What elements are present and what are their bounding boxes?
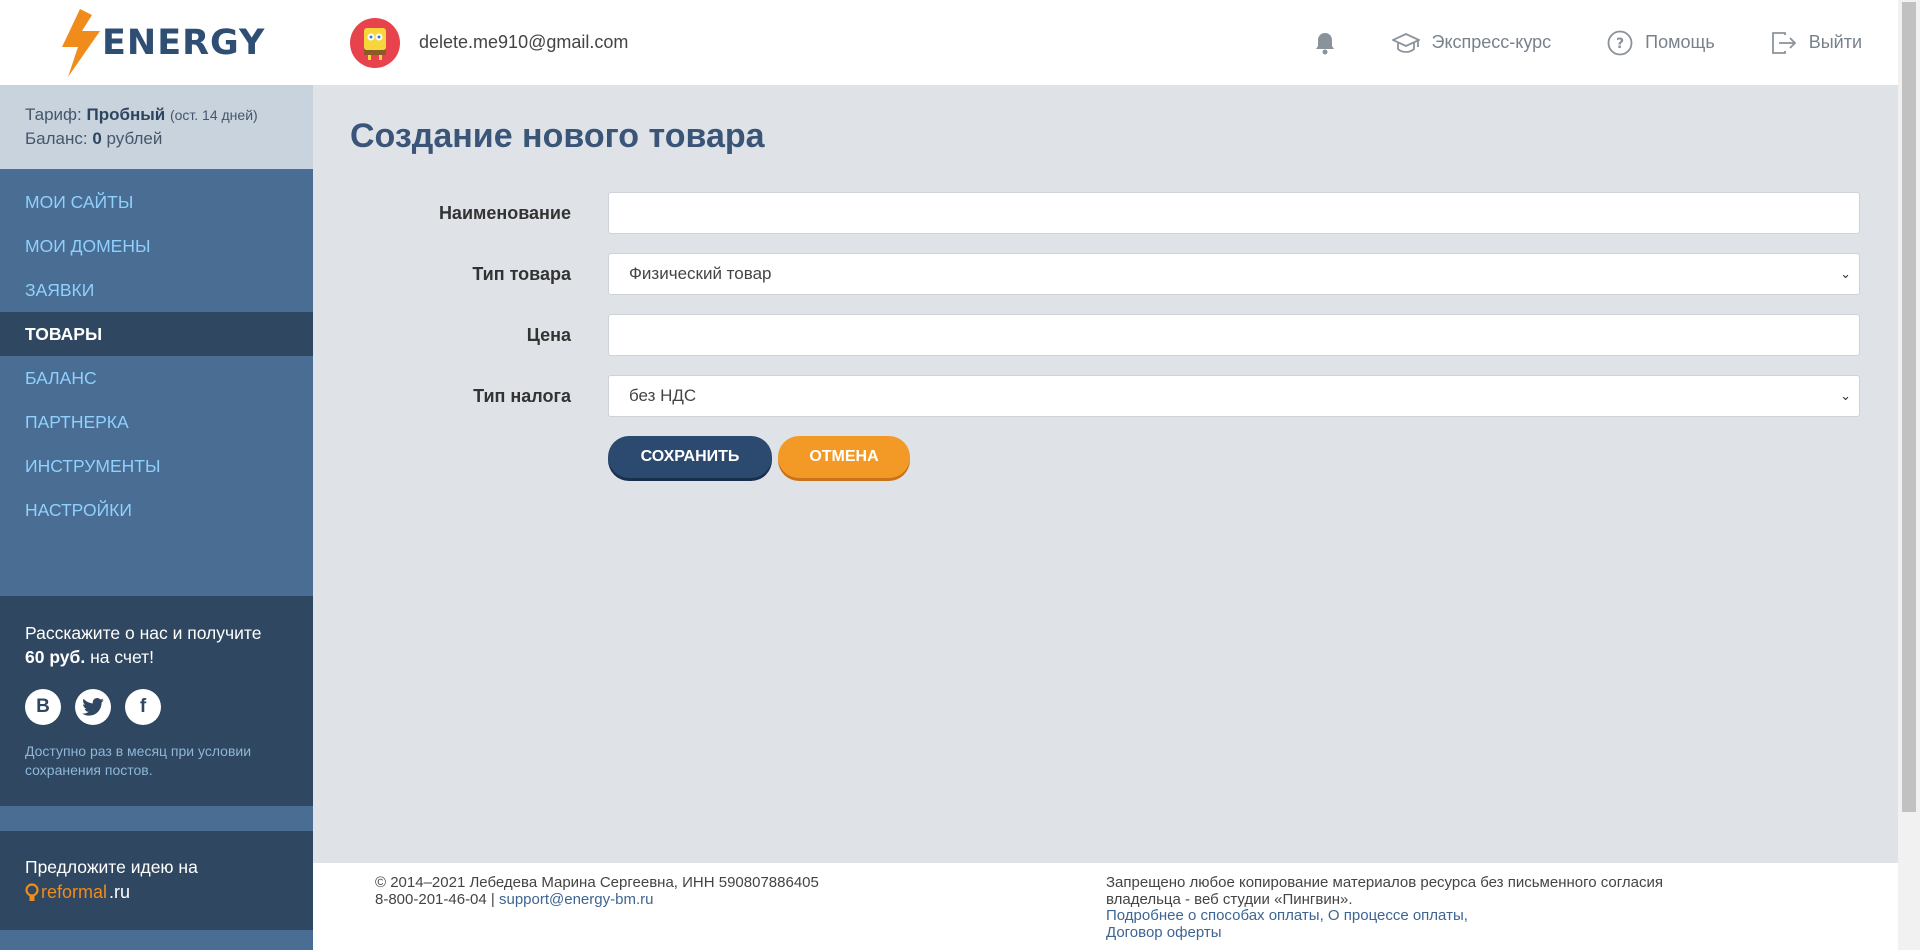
footer-right: Запрещено любое копирование материалов р…: [1106, 874, 1726, 941]
help-link[interactable]: ? Помощь: [1607, 30, 1715, 56]
question-circle-icon: ?: [1607, 30, 1633, 55]
price-label: Цена: [526, 324, 571, 345]
balance-value: 0: [92, 129, 102, 148]
tariff-name: Пробный: [86, 105, 166, 124]
logout-label: Выйти: [1808, 32, 1862, 52]
brand-name: ENERGY: [102, 22, 266, 63]
vk-icon[interactable]: B: [25, 689, 61, 725]
payment-methods-link[interactable]: Подробнее о способах оплаты,: [1106, 907, 1324, 924]
graduation-cap-icon: [1391, 32, 1420, 53]
sidebar-item-settings[interactable]: НАСТРОЙКИ: [0, 488, 313, 532]
reformal-name: reformal: [41, 882, 108, 902]
sidebar-item-products[interactable]: ТОВАРЫ: [0, 312, 313, 356]
sidebar: ENERGY Тариф: Пробный (ост. 14 дней) Бал…: [0, 0, 313, 950]
form-row-name: Наименование: [313, 192, 1898, 234]
reformal-link[interactable]: reformal .ru: [25, 882, 313, 903]
phone: 8-800-201-46-04 |: [375, 890, 495, 908]
payment-process-link[interactable]: О процессе оплаты,: [1328, 907, 1468, 924]
idea-text: Предложите идею на: [25, 857, 198, 877]
promo-line2: на счет!: [90, 647, 155, 667]
scrollbar[interactable]: [1898, 0, 1920, 950]
promo-line1: Расскажите о нас и получите: [25, 623, 262, 643]
notifications-button[interactable]: [1314, 31, 1336, 55]
sidebar-item-tools[interactable]: ИНСТРУМЕНТЫ: [0, 444, 313, 488]
copy-notice: Запрещено любое копирование материалов р…: [1106, 874, 1663, 908]
product-type-select[interactable]: Физический товар ⌄: [608, 253, 1860, 295]
form-buttons: СОХРАНИТЬ ОТМЕНА: [608, 436, 910, 478]
reformal-domain: .ru: [109, 882, 131, 902]
user-email[interactable]: delete.me910@gmail.com: [419, 32, 628, 53]
sidebar-menu: МОИ САЙТЫ МОИ ДОМЕНЫ ЗАЯВКИ ТОВАРЫ БАЛАН…: [0, 169, 313, 596]
help-label: Помощь: [1645, 32, 1715, 52]
promo-note: Доступно раз в месяц при условии сохране…: [25, 743, 252, 778]
twitter-icon[interactable]: [75, 689, 111, 725]
main-content: Создание нового товара Наименование Тип …: [313, 85, 1898, 863]
tax-type-label: Тип налога: [473, 385, 571, 406]
form-row-price: Цена: [313, 314, 1898, 356]
cancel-button[interactable]: ОТМЕНА: [778, 436, 910, 478]
page-title: Создание нового товара: [350, 117, 765, 155]
express-course-link[interactable]: Экспресс-курс: [1391, 32, 1552, 54]
footer: © 2014–2021 Лебедева Марина Сергеевна, И…: [313, 863, 1898, 950]
scrollbar-thumb[interactable]: [1902, 2, 1916, 812]
balance-unit: рублей: [106, 129, 163, 148]
sidebar-item-my-domains[interactable]: МОИ ДОМЕНЫ: [0, 224, 313, 268]
chevron-down-icon: ⌄: [1840, 266, 1851, 281]
logo[interactable]: ENERGY: [0, 0, 313, 85]
name-label: Наименование: [438, 202, 571, 223]
bell-icon: [1315, 32, 1334, 54]
referral-promo: Расскажите о нас и получите 60 руб. на с…: [0, 596, 313, 806]
copyright: © 2014–2021 Лебедева Марина Сергеевна, И…: [375, 874, 819, 891]
form-row-type: Тип товара Физический товар ⌄: [313, 253, 1898, 295]
product-type-value: Физический товар: [629, 264, 772, 283]
form-row-tax: Тип налога без НДС ⌄: [313, 375, 1898, 417]
sidebar-item-balance[interactable]: БАЛАНС: [0, 356, 313, 400]
tariff-panel: Тариф: Пробный (ост. 14 дней) Баланс: 0 …: [0, 85, 313, 169]
footer-left: © 2014–2021 Лебедева Марина Сергеевна, И…: [375, 874, 819, 908]
avatar[interactable]: [350, 17, 400, 68]
promo-text: Расскажите о нас и получите 60 руб. на с…: [25, 621, 313, 669]
chevron-down-icon: ⌄: [1840, 388, 1851, 403]
top-actions: Экспресс-курс ? Помощь Выйти: [1258, 30, 1899, 56]
social-buttons: B f: [25, 689, 313, 725]
sidebar-item-partner[interactable]: ПАРТНЕРКА: [0, 400, 313, 444]
sidebar-item-requests[interactable]: ЗАЯВКИ: [0, 268, 313, 312]
support-email-link[interactable]: support@energy-bm.ru: [499, 891, 653, 908]
top-bar: delete.me910@gmail.com Экспресс-курс ? П…: [313, 0, 1898, 85]
name-input[interactable]: [608, 192, 1860, 234]
save-button[interactable]: СОХРАНИТЬ: [608, 436, 772, 478]
express-course-label: Экспресс-курс: [1431, 32, 1552, 52]
logout-link[interactable]: Выйти: [1771, 31, 1862, 55]
facebook-icon[interactable]: f: [125, 689, 161, 725]
logout-icon: [1771, 31, 1796, 54]
tax-type-select[interactable]: без НДС ⌄: [608, 375, 1860, 417]
product-type-label: Тип товара: [472, 263, 571, 284]
sidebar-item-my-sites[interactable]: МОИ САЙТЫ: [0, 180, 313, 224]
sidebar-spacer: [0, 806, 313, 831]
lightning-icon: [62, 8, 100, 77]
promo-amount: 60 руб.: [25, 647, 86, 667]
bulb-icon: [25, 882, 39, 901]
svg-text:?: ?: [1616, 36, 1624, 52]
tariff-label: Тариф:: [25, 105, 82, 124]
tariff-remaining: (ост. 14 дней): [169, 107, 258, 123]
idea-panel: Предложите идею на reformal .ru: [0, 831, 313, 930]
offer-contract-link[interactable]: Договор оферты: [1106, 924, 1222, 941]
tax-type-value: без НДС: [629, 386, 697, 405]
price-input[interactable]: [608, 314, 1860, 356]
balance-label: Баланс:: [25, 129, 88, 148]
